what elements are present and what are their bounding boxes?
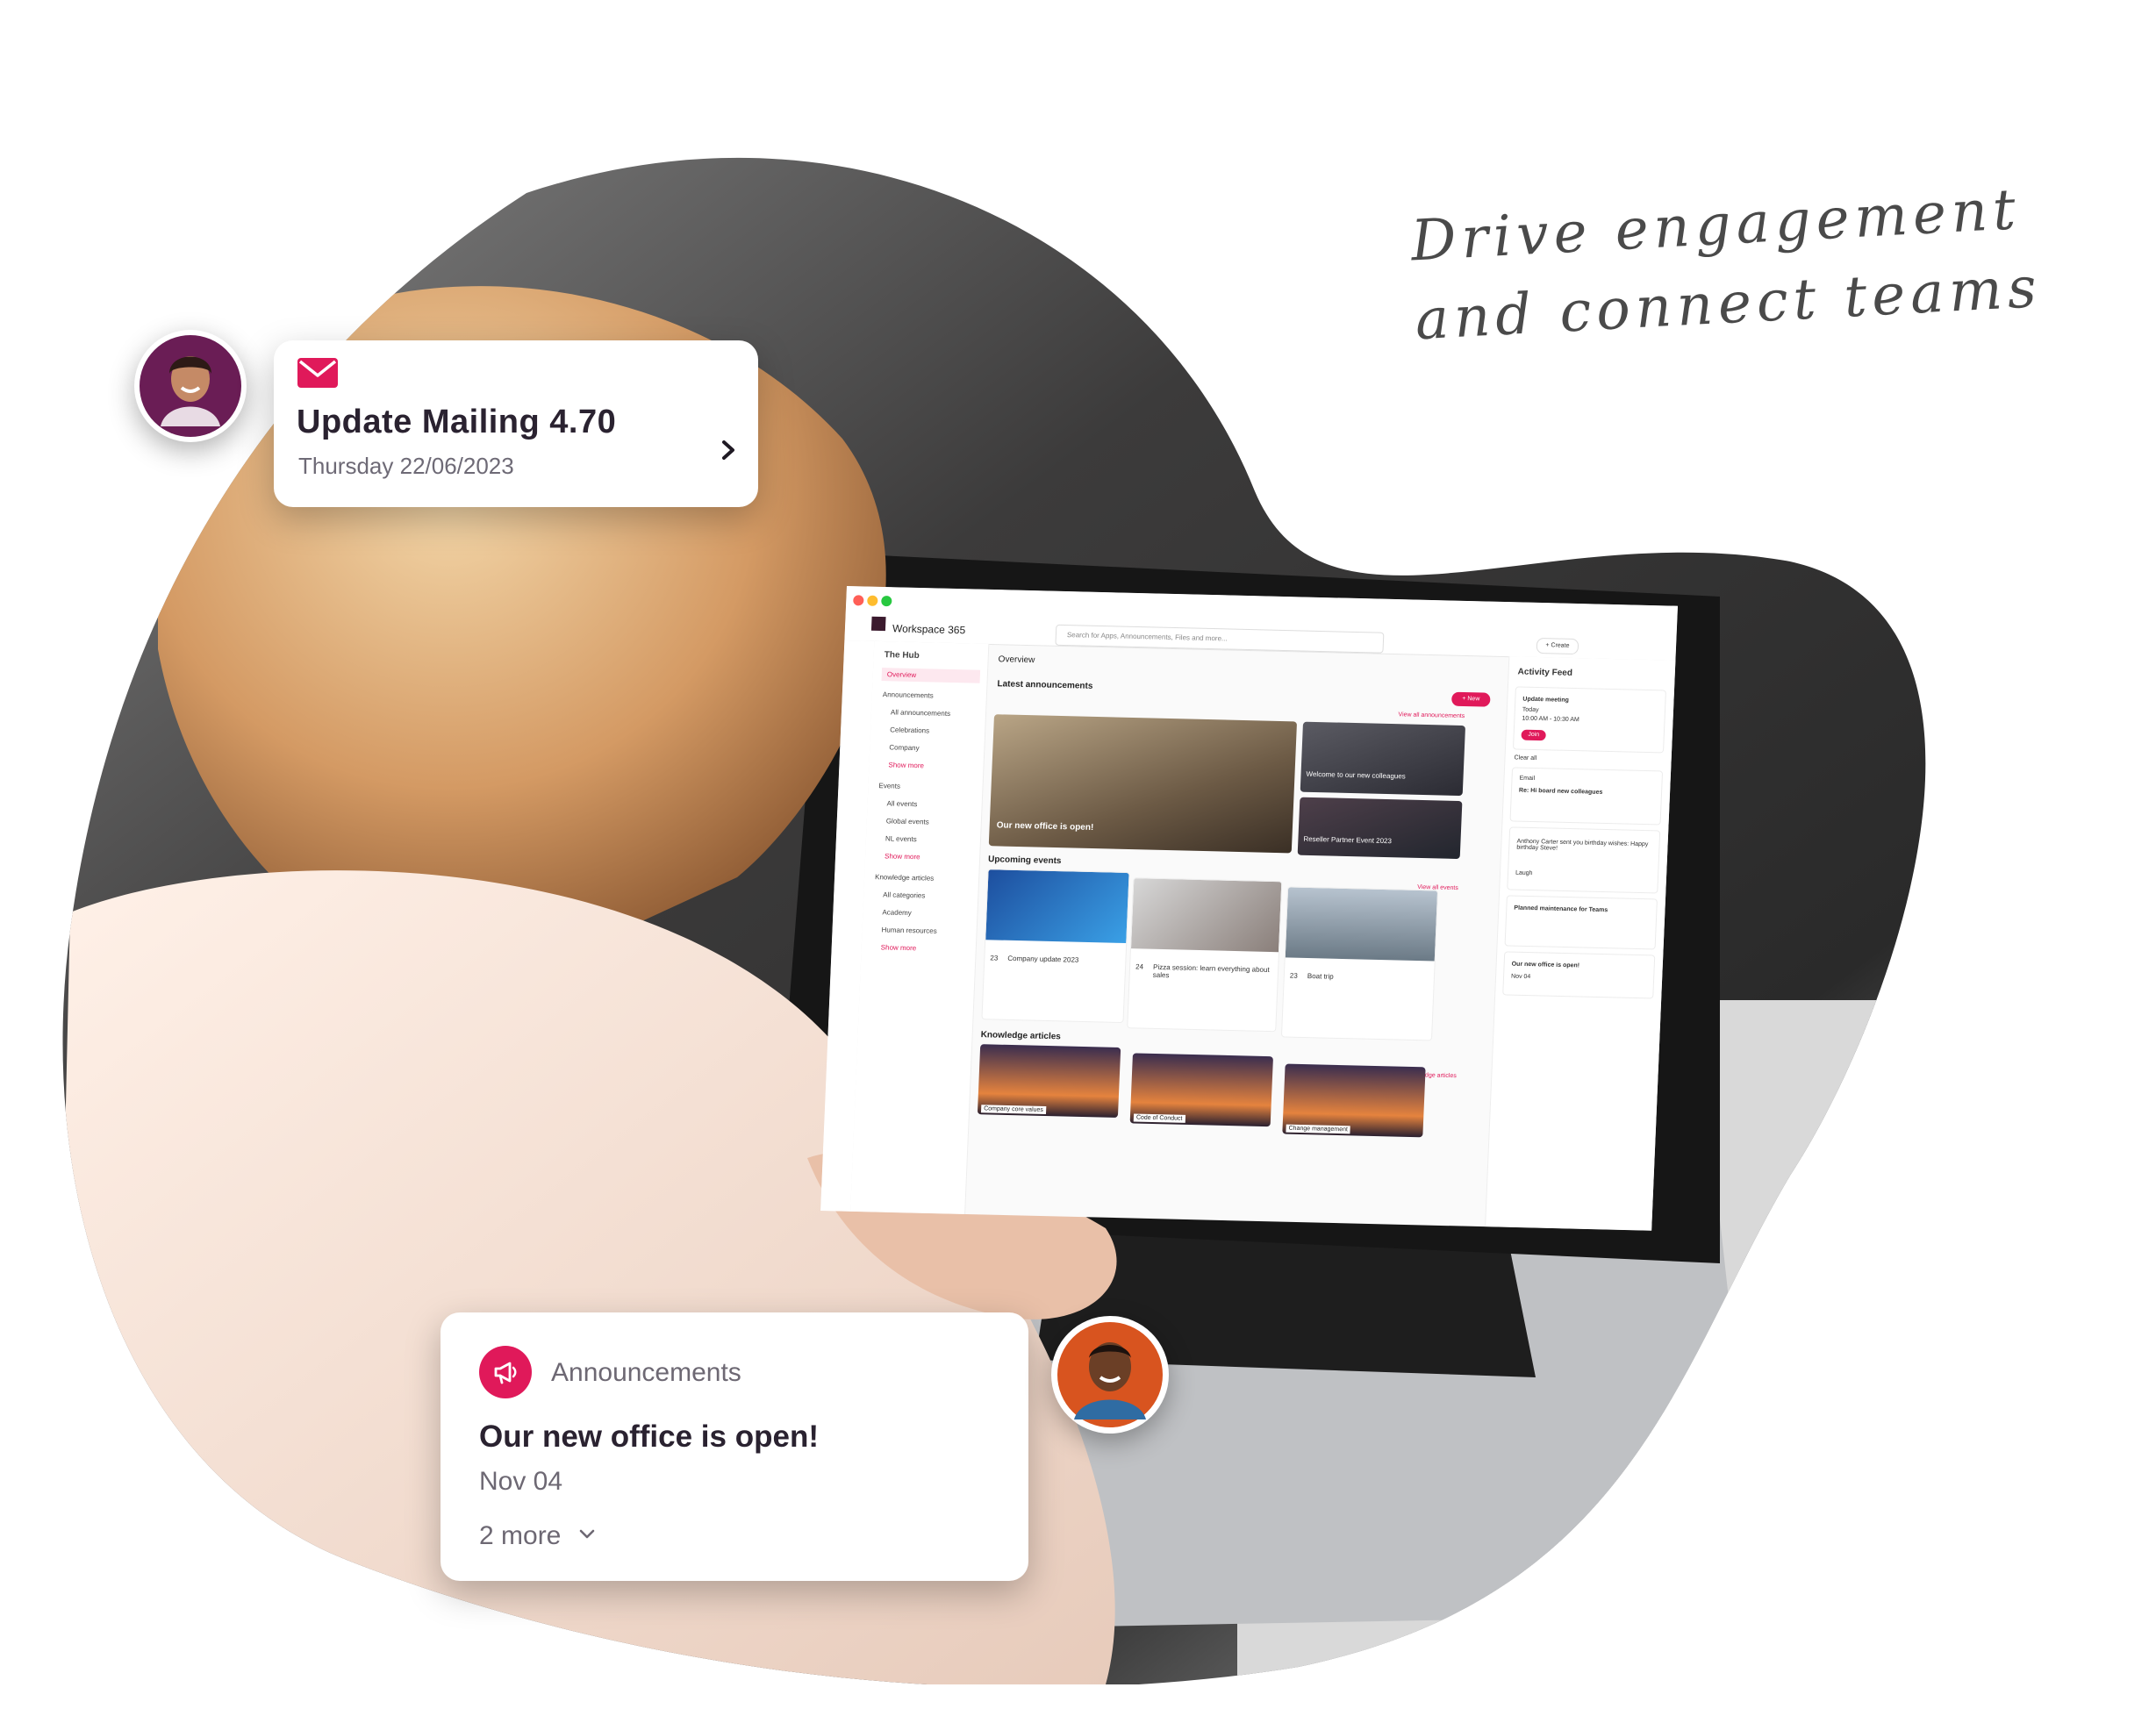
update-mailing-card[interactable]: Update Mailing 4.70 Thursday 22/06/2023	[274, 340, 758, 507]
nav-hub[interactable]: The Hub	[885, 650, 920, 661]
nav-nl-events[interactable]: NL events	[885, 834, 917, 843]
new-announcement-button[interactable]: + New	[1450, 691, 1491, 707]
event-card[interactable]: 23 Company update 2023	[981, 869, 1130, 1024]
meeting-title: Update meeting	[1522, 696, 1570, 704]
event-title: Boat trip	[1307, 972, 1334, 981]
article-title: Company core values	[980, 1105, 1047, 1115]
announcement-card[interactable]: Announcements Our new office is open! No…	[441, 1312, 1028, 1581]
article-card[interactable]: Code of Conduct	[1129, 1053, 1273, 1127]
close-dot[interactable]	[853, 595, 864, 606]
maintenance-text: Planned maintenance for Teams	[1514, 905, 1608, 914]
mail-icon	[297, 358, 338, 388]
chevron-down-icon[interactable]	[577, 1527, 597, 1542]
article-title: Change management	[1286, 1124, 1351, 1134]
nav-global-events[interactable]: Global events	[886, 817, 929, 826]
nav-overview[interactable]: Overview	[881, 668, 981, 683]
nav-human-resources[interactable]: Human resources	[881, 926, 937, 935]
overview-heading: Overview	[998, 654, 1035, 666]
event-image	[1285, 887, 1438, 962]
nav-all-categories[interactable]: All categories	[883, 890, 925, 899]
laugh-reaction[interactable]: Laugh	[1515, 870, 1533, 876]
knowledge-articles-heading: Knowledge articles	[980, 1030, 1062, 1042]
article-title: Code of Conduct	[1133, 1113, 1185, 1123]
birthday-item[interactable]: Anthony Carter sent you birthday wishes:…	[1507, 826, 1661, 894]
nav-celebrations[interactable]: Celebrations	[890, 726, 929, 734]
hero-announcement-card[interactable]: Our new office is open!	[988, 714, 1298, 854]
meeting-when: Today	[1522, 706, 1539, 714]
view-all-announcements-link[interactable]: View all announcements	[1398, 711, 1465, 719]
upcoming-events-heading: Upcoming events	[987, 854, 1062, 867]
partner-event-card[interactable]: Reseller Partner Event 2023	[1297, 797, 1463, 860]
show-more-link[interactable]: 2 more	[479, 1521, 561, 1551]
maintenance-item[interactable]: Planned maintenance for Teams	[1504, 895, 1658, 950]
maximize-dot[interactable]	[881, 595, 892, 607]
activity-feed: + Create Activity Feed Update meeting To…	[1485, 637, 1677, 1231]
welcome-announcement-title: Welcome to our new colleagues	[1306, 769, 1406, 781]
person-photo-icon	[1057, 1322, 1163, 1427]
event-image	[1130, 878, 1282, 953]
minimize-dot[interactable]	[867, 595, 878, 606]
app-title: Workspace 365	[892, 622, 966, 637]
nav-announcements[interactable]: Announcements	[883, 690, 934, 699]
event-card[interactable]: 23 Boat trip	[1280, 886, 1439, 1041]
nav-show-more-knowledge[interactable]: Show more	[881, 943, 917, 952]
partner-event-title: Reseller Partner Event 2023	[1303, 834, 1393, 846]
avatar	[1051, 1316, 1169, 1434]
announcement-feed-title: Our new office is open!	[1511, 961, 1580, 969]
mailing-date: Thursday 22/06/2023	[298, 453, 514, 479]
meeting-item[interactable]: Update meeting Today 10:00 AM - 10:30 AM…	[1512, 686, 1666, 754]
activity-feed-title: Activity Feed	[1517, 667, 1573, 678]
create-button[interactable]: + Create	[1536, 637, 1579, 655]
megaphone-icon	[494, 1362, 517, 1384]
person-photo-icon	[140, 335, 241, 437]
email-subject: Re: Hi board new colleagues	[1518, 787, 1603, 796]
article-card[interactable]: Change management	[1282, 1063, 1426, 1138]
welcome-announcement-card[interactable]: Welcome to our new colleagues	[1300, 721, 1466, 797]
article-card[interactable]: Company core values	[977, 1044, 1121, 1119]
event-day: 24	[1135, 962, 1144, 971]
birthday-text: Anthony Carter sent you birthday wishes:…	[1516, 838, 1649, 852]
announcement-date: Nov 04	[479, 1467, 563, 1496]
event-image	[985, 869, 1129, 944]
clear-all-link[interactable]: Clear all	[1514, 754, 1536, 762]
latest-announcements-heading: Latest announcements	[997, 679, 1093, 691]
event-day: 23	[1289, 971, 1298, 980]
event-title: Pizza session: learn everything about sa…	[1152, 962, 1270, 980]
event-card[interactable]: 24 Pizza session: learn everything about…	[1127, 877, 1283, 1033]
chevron-right-icon[interactable]	[718, 437, 739, 463]
email-label: Email	[1519, 775, 1536, 783]
announcement-feed-item[interactable]: Our new office is open! Nov 04	[1502, 951, 1656, 999]
meeting-time: 10:00 AM - 10:30 AM	[1522, 715, 1579, 724]
nav-all-announcements[interactable]: All announcements	[891, 708, 950, 718]
app-logo	[870, 616, 886, 632]
announcement-feed-date: Nov 04	[1510, 973, 1531, 981]
nav-knowledge[interactable]: Knowledge articles	[875, 873, 935, 883]
main-content: Overview Latest announcements + New View…	[964, 644, 1508, 1226]
event-title: Company update 2023	[1007, 954, 1079, 964]
nav-show-more-events[interactable]: Show more	[885, 852, 920, 861]
event-day: 23	[990, 954, 999, 962]
laptop-screen: Workspace 365 Search for Apps, Announcem…	[820, 586, 1678, 1231]
workspace-app: Workspace 365 Search for Apps, Announcem…	[820, 586, 1678, 1231]
nav-academy[interactable]: Academy	[882, 908, 912, 917]
announcement-headline: Our new office is open!	[479, 1419, 819, 1454]
nav-events[interactable]: Events	[878, 782, 900, 790]
avatar	[134, 330, 247, 442]
join-button[interactable]: Join	[1521, 729, 1546, 741]
announcement-badge	[479, 1346, 532, 1398]
email-item[interactable]: Email Re: Hi board new colleagues	[1509, 767, 1664, 826]
announcement-category: Announcements	[551, 1358, 741, 1387]
nav-all-events[interactable]: All events	[886, 799, 917, 808]
mailing-title: Update Mailing 4.70	[297, 404, 617, 440]
nav-show-more[interactable]: Show more	[888, 761, 924, 769]
hero-announcement-title: Our new office is open!	[996, 820, 1094, 833]
nav-company[interactable]: Company	[889, 743, 920, 752]
